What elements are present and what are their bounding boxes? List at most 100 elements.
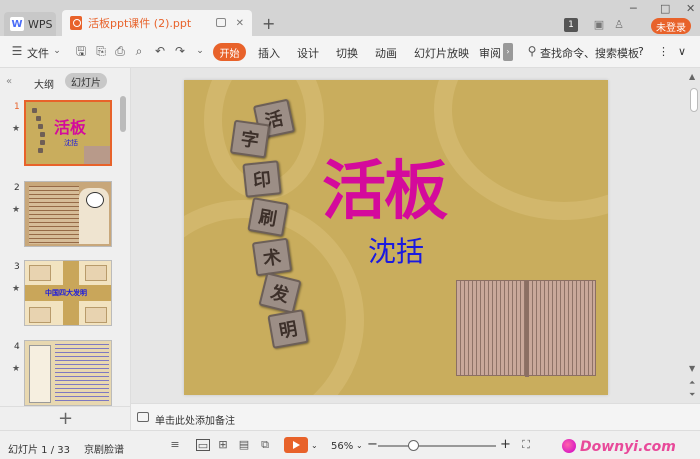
tab-slides[interactable]: 幻灯片 <box>65 73 107 89</box>
thumb-image: 中国四大发明 <box>24 260 112 326</box>
command-search[interactable]: 查找命令、搜索模板 <box>540 45 639 61</box>
tab-close-icon[interactable]: ✕ <box>236 18 244 29</box>
thumb-image <box>24 340 112 406</box>
print-icon[interactable]: ⎙ <box>113 44 127 58</box>
type-block: 字 <box>229 119 271 159</box>
title-bar: W WPS 活板ppt课件 (2).ppt ✕ + ─ □ ✕ 1 ▣ ♙ 未登… <box>0 0 700 36</box>
tab-outline[interactable]: 大纲 <box>34 76 54 91</box>
more-options-icon[interactable]: ⋮ <box>658 45 669 58</box>
tab-design[interactable]: 设计 <box>297 45 319 61</box>
tab-animation[interactable]: 动画 <box>375 45 397 61</box>
type-block: 术 <box>251 237 293 277</box>
thumb-image <box>24 181 112 247</box>
ancient-book-image <box>456 280 596 377</box>
zoom-out-button[interactable]: − <box>367 437 378 452</box>
slide-number: 1 <box>14 102 20 112</box>
downyi-logo-icon <box>562 439 576 453</box>
slide-thumbnail-1[interactable]: 1 ★ 活板 沈括 <box>0 100 120 172</box>
slide-thumbnail-4[interactable]: 4 ★ <box>0 340 120 412</box>
export-icon[interactable]: ⎘ <box>94 44 108 58</box>
tab-transition[interactable]: 切换 <box>336 45 358 61</box>
file-menu[interactable]: 文件 <box>27 45 49 61</box>
menu-icon[interactable]: ☰ <box>10 44 24 58</box>
tab-insert[interactable]: 插入 <box>258 45 280 61</box>
panel-scrollbar[interactable] <box>120 96 126 132</box>
redo-icon[interactable]: ↷ <box>173 44 187 58</box>
type-block: 刷 <box>247 197 289 237</box>
notes-icon <box>137 412 149 422</box>
presenter-view-icon[interactable]: ⧉ <box>258 439 272 451</box>
slide-thumbnail-3[interactable]: 3 ★ 中国四大发明 <box>0 260 120 332</box>
page-indicator-icon[interactable]: 1 <box>564 18 578 32</box>
collapse-ribbon-icon[interactable]: ∨ <box>678 45 686 58</box>
minimize-button[interactable]: ─ <box>630 2 637 15</box>
star-icon: ★ <box>12 124 21 134</box>
search-icon[interactable]: ⚲ <box>525 44 539 58</box>
save-icon[interactable]: 🖫 <box>74 44 88 58</box>
slide-number: 2 <box>14 183 20 193</box>
skin-icon[interactable]: ▣ <box>592 18 606 32</box>
document-title: 活板ppt课件 (2).ppt <box>88 17 192 30</box>
print-preview-icon[interactable]: ⌕ <box>132 44 146 58</box>
zoom-dropdown-icon[interactable]: ⌄ <box>356 441 363 450</box>
play-slideshow-button[interactable] <box>284 437 308 453</box>
ribbon-toolbar: ☰ 文件 ⌄ 🖫 ⎘ ⎙ ⌕ ↶ ↷ ⌄ 开始 插入 设计 切换 动画 幻灯片放… <box>0 36 700 68</box>
login-button[interactable]: 未登录 <box>651 18 691 34</box>
close-window-button[interactable]: ✕ <box>686 2 695 15</box>
watermark-text: Downyi.com <box>580 439 676 455</box>
tab-slideshow[interactable]: 幻灯片放映 <box>414 45 469 61</box>
star-icon: ★ <box>12 364 21 374</box>
editor-scrollbar[interactable]: ▲ ▼ ⏶ ⏷ <box>687 68 700 403</box>
shirt-icon[interactable]: ♙ <box>612 18 626 32</box>
slide-title[interactable]: 活板 <box>322 140 448 232</box>
panel-tabs: « 大纲 幻灯片 <box>0 68 131 92</box>
star-icon: ★ <box>12 205 21 215</box>
slide-number: 4 <box>14 342 20 352</box>
notes-toggle-icon[interactable]: ≡ <box>168 439 182 451</box>
tab-home[interactable]: 开始 <box>213 43 246 61</box>
wps-home-tab[interactable]: W WPS <box>4 12 56 36</box>
more-chevron-icon[interactable]: ⌄ <box>193 44 207 58</box>
notes-placeholder[interactable]: 单击此处添加备注 <box>155 412 235 427</box>
type-block: 明 <box>267 309 309 349</box>
help-icon[interactable]: ? <box>638 45 644 58</box>
slide-canvas[interactable]: 活 字 印 刷 术 发 明 活板 沈括 <box>184 80 608 395</box>
thumb-label: 中国四大发明 <box>45 289 87 297</box>
slide-thumbnail-2[interactable]: 2 ★ <box>0 181 120 253</box>
fit-window-icon[interactable]: ⛶ <box>519 439 533 451</box>
star-icon: ★ <box>12 284 21 294</box>
zoom-slider-track[interactable] <box>378 445 496 447</box>
scroll-up-icon[interactable]: ▲ <box>689 72 695 81</box>
play-options-icon[interactable]: ⌄ <box>311 441 318 450</box>
thumb-subtitle: 沈括 <box>64 139 78 147</box>
undo-icon[interactable]: ↶ <box>153 44 167 58</box>
zoom-slider-knob[interactable] <box>408 440 419 451</box>
zoom-in-button[interactable]: + <box>500 437 511 452</box>
notes-pane[interactable]: 单击此处添加备注 <box>131 403 700 430</box>
slide-count: 幻灯片 1 / 33 <box>8 445 70 456</box>
ribbon-scroll-right-icon[interactable]: › <box>503 43 513 61</box>
collapse-panel-icon[interactable]: « <box>6 76 12 87</box>
add-slide-button[interactable]: + <box>0 406 131 430</box>
slides-panel: « 大纲 幻灯片 1 ★ 活板 沈括 2 ★ 3 ★ 中国四大发明 4 ★ + <box>0 68 131 430</box>
slide-sorter-icon[interactable]: ⊞ <box>216 439 230 451</box>
next-slide-icon[interactable]: ⏷ <box>689 390 695 400</box>
slide-subtitle[interactable]: 沈括 <box>368 230 424 270</box>
theme-name[interactable]: 京剧脸谱 <box>84 441 124 456</box>
scroll-thumb[interactable] <box>690 88 698 112</box>
zoom-level[interactable]: 56% <box>331 441 353 452</box>
tab-review[interactable]: 审阅 <box>479 45 501 61</box>
maximize-button[interactable]: □ <box>660 2 670 15</box>
slide-number: 3 <box>14 262 20 272</box>
scroll-down-icon[interactable]: ▼ <box>689 364 695 373</box>
ppt-file-icon <box>70 16 82 30</box>
wps-logo-icon: W <box>10 17 24 31</box>
tab-window-icon[interactable] <box>216 18 226 27</box>
new-tab-button[interactable]: + <box>262 14 275 33</box>
document-tab[interactable]: 活板ppt课件 (2).ppt ✕ <box>62 10 252 36</box>
reading-view-icon[interactable]: ▤ <box>237 439 251 451</box>
prev-slide-icon[interactable]: ⏶ <box>689 378 695 388</box>
normal-view-icon[interactable]: ▭ <box>196 439 210 452</box>
slide-editor: 活 字 印 刷 术 发 明 活板 沈括 <box>131 68 687 403</box>
chevron-down-icon[interactable]: ⌄ <box>50 44 64 58</box>
